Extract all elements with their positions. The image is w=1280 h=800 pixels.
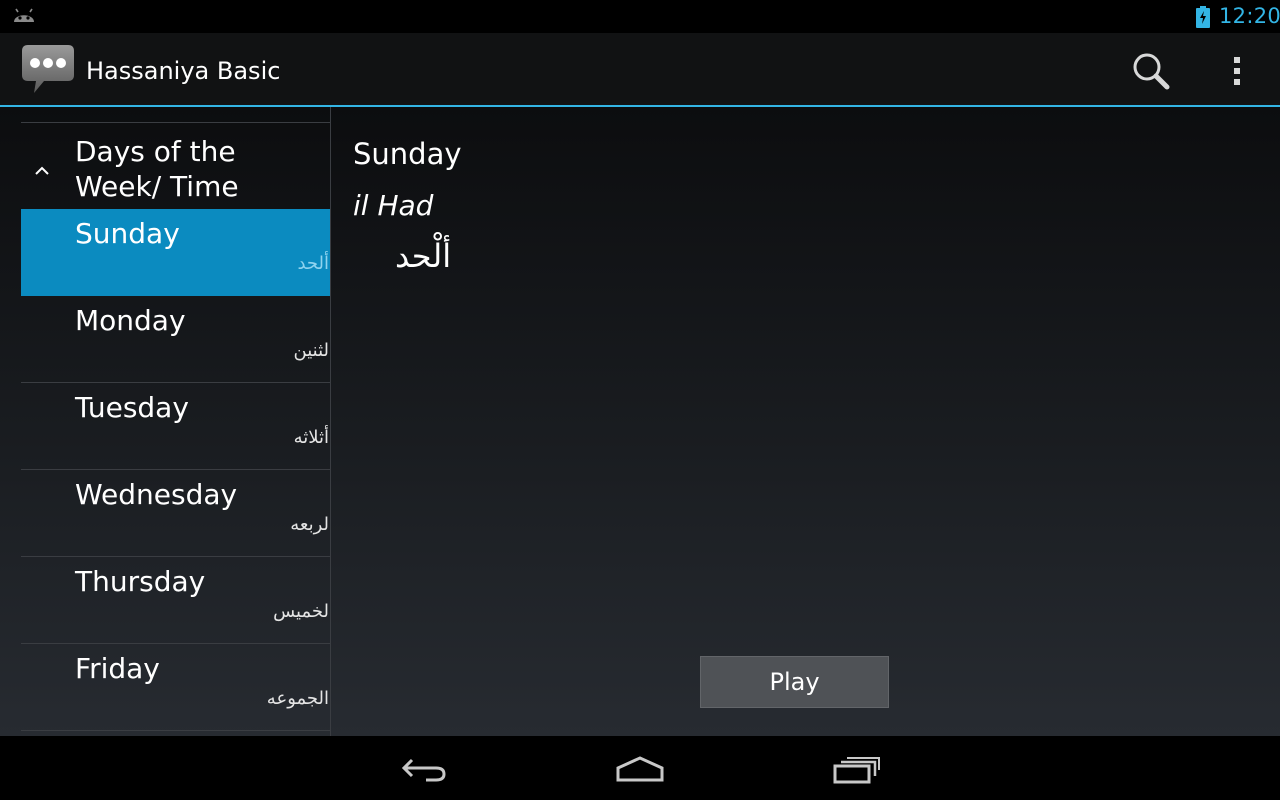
list-item-arabic: لربعه [290, 514, 329, 535]
group-title: Days of the Week/ Time [75, 135, 239, 203]
list-item-arabic: أثلاثه [293, 427, 329, 448]
list-item-label: Friday [75, 652, 160, 685]
list-item-wednesday[interactable]: Wednesday لربعه [21, 470, 330, 557]
list-item-label: Wednesday [75, 478, 238, 511]
status-bar: 12:20 [0, 0, 1280, 33]
phrase-detail: Sunday il Had ألْحد Play [331, 107, 1280, 736]
list-item-monday[interactable]: Monday لثنين [21, 296, 330, 383]
android-icon [12, 6, 36, 30]
speech-bubble-icon[interactable] [20, 43, 76, 101]
phrase-transliteration: il Had [353, 189, 434, 222]
content-area: Days of the Week/ Time Sunday ألحد Monda… [0, 107, 1280, 736]
battery-charging-icon [1196, 6, 1210, 32]
list-item-label: Tuesday [75, 391, 189, 424]
list-item-label: Thursday [75, 565, 206, 598]
status-clock: 12:20 [1219, 4, 1280, 28]
list-item-thursday[interactable]: Thursday لخميس [21, 557, 330, 644]
group-header-days[interactable]: Days of the Week/ Time [21, 123, 330, 209]
search-icon [1133, 53, 1170, 90]
phrase-arabic: ألْحد [395, 237, 452, 275]
recent-apps-icon [833, 757, 880, 784]
navigation-bar [0, 736, 1280, 800]
list-item-arabic: لثنين [293, 340, 329, 361]
list-item-label: Sunday [75, 217, 180, 250]
list-item-arabic: ألحد [297, 253, 329, 274]
back-icon [401, 758, 446, 782]
action-bar: Hassaniya Basic [0, 33, 1280, 107]
list-item-label: Monday [75, 304, 186, 337]
search-button[interactable] [1130, 51, 1174, 91]
recent-apps-button[interactable] [825, 750, 889, 786]
list-item-arabic: الجموعه [266, 688, 329, 709]
overflow-menu-icon [1234, 57, 1240, 85]
play-button[interactable]: Play [700, 656, 889, 708]
list-item-sunday[interactable]: Sunday ألحد [21, 209, 330, 296]
category-list[interactable]: Days of the Week/ Time Sunday ألحد Monda… [21, 107, 331, 736]
list-item-arabic: لخميس [273, 601, 329, 622]
back-button[interactable] [392, 750, 456, 786]
home-icon [616, 756, 664, 782]
app-title: Hassaniya Basic [86, 57, 281, 85]
overflow-menu-button[interactable] [1222, 51, 1252, 91]
list-item-tuesday[interactable]: Tuesday أثلاثه [21, 383, 330, 470]
list-item-friday[interactable]: Friday الجموعه [21, 644, 330, 731]
home-button[interactable] [608, 750, 672, 786]
chevron-up-icon [33, 161, 51, 180]
phrase-english: Sunday [353, 137, 462, 171]
